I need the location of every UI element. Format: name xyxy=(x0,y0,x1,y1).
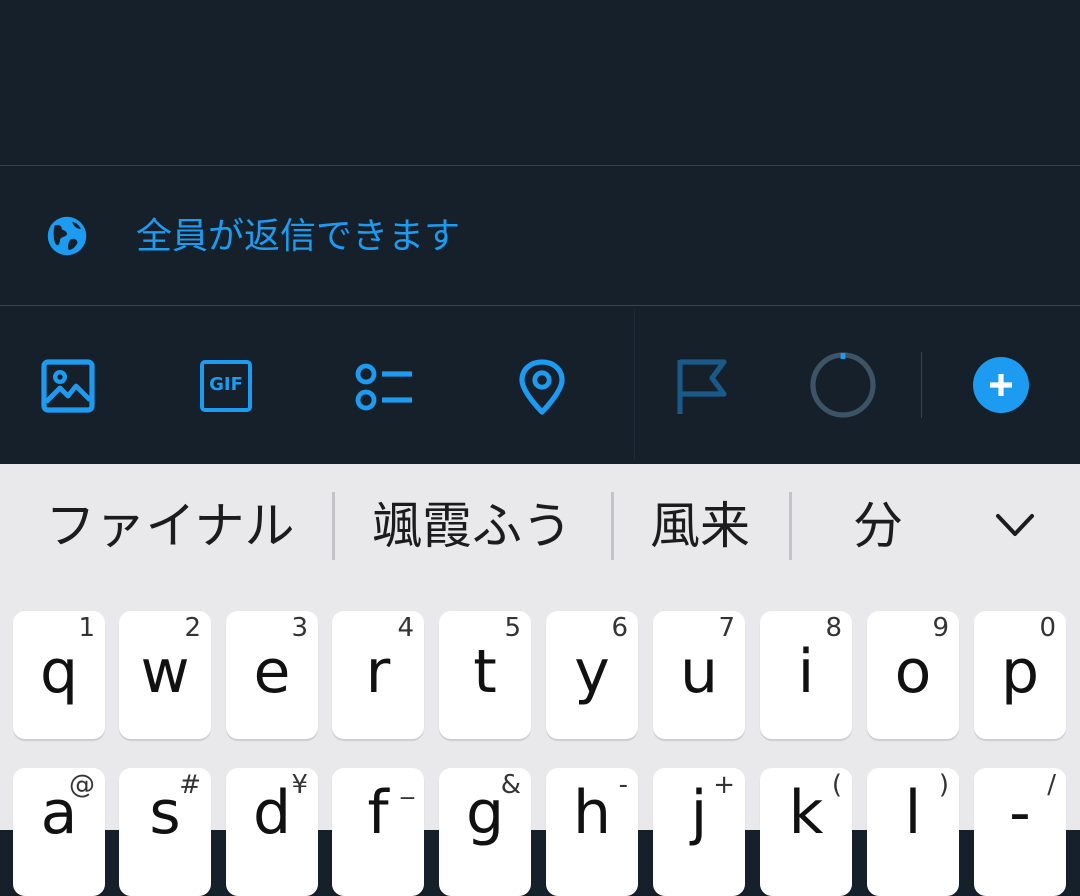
toolbar-separator xyxy=(634,310,635,460)
key-y[interactable]: 6y xyxy=(546,611,638,739)
globe-icon xyxy=(47,216,87,256)
suggestion-item[interactable]: ファイナル xyxy=(30,490,310,562)
suggestion-separator xyxy=(789,492,792,560)
key-j[interactable]: + j xyxy=(653,768,745,896)
suggestion-item[interactable]: 颯霞ふう xyxy=(352,490,592,562)
key-q[interactable]: 1q xyxy=(13,611,105,739)
toolbar-separator xyxy=(921,352,922,418)
key-w[interactable]: 2w xyxy=(119,611,211,739)
key-p[interactable]: 0p xyxy=(974,611,1066,739)
key-i[interactable]: 8i xyxy=(760,611,852,739)
key-e[interactable]: 3e xyxy=(226,611,318,739)
gif-icon-label: GIF xyxy=(209,374,243,395)
add-tweet-icon[interactable] xyxy=(972,356,1030,414)
suggestion-item[interactable]: 風来 xyxy=(630,490,770,562)
key-l[interactable]: ) l xyxy=(867,768,959,896)
location-icon[interactable] xyxy=(516,358,568,416)
image-icon[interactable] xyxy=(40,358,96,414)
key-t[interactable]: 5t xyxy=(439,611,531,739)
key-o[interactable]: 9o xyxy=(867,611,959,739)
key-a[interactable]: @ a xyxy=(13,768,105,896)
suggestion-item[interactable]: 分 xyxy=(808,490,948,562)
key-u[interactable]: 7u xyxy=(653,611,745,739)
key-s[interactable]: # s xyxy=(119,768,211,896)
reply-setting-label[interactable]: 全員が返信できます xyxy=(136,215,460,259)
key-k[interactable]: (k xyxy=(760,768,852,896)
key-dash[interactable]: / - xyxy=(974,768,1066,896)
chevron-down-icon[interactable] xyxy=(994,508,1036,544)
key-r[interactable]: 4r xyxy=(332,611,424,739)
poll-icon[interactable] xyxy=(354,360,414,414)
key-g[interactable]: & g xyxy=(439,768,531,896)
gif-icon[interactable]: GIF xyxy=(200,360,252,412)
key-d[interactable]: ¥ d xyxy=(226,768,318,896)
flag-icon[interactable] xyxy=(672,356,728,416)
suggestion-separator xyxy=(332,492,335,560)
suggestion-separator xyxy=(611,492,614,560)
tweet-compose-area[interactable] xyxy=(0,0,1080,165)
key-h[interactable]: -h xyxy=(546,768,638,896)
character-counter-icon xyxy=(810,352,876,418)
key-f[interactable]: _ f xyxy=(332,768,424,896)
